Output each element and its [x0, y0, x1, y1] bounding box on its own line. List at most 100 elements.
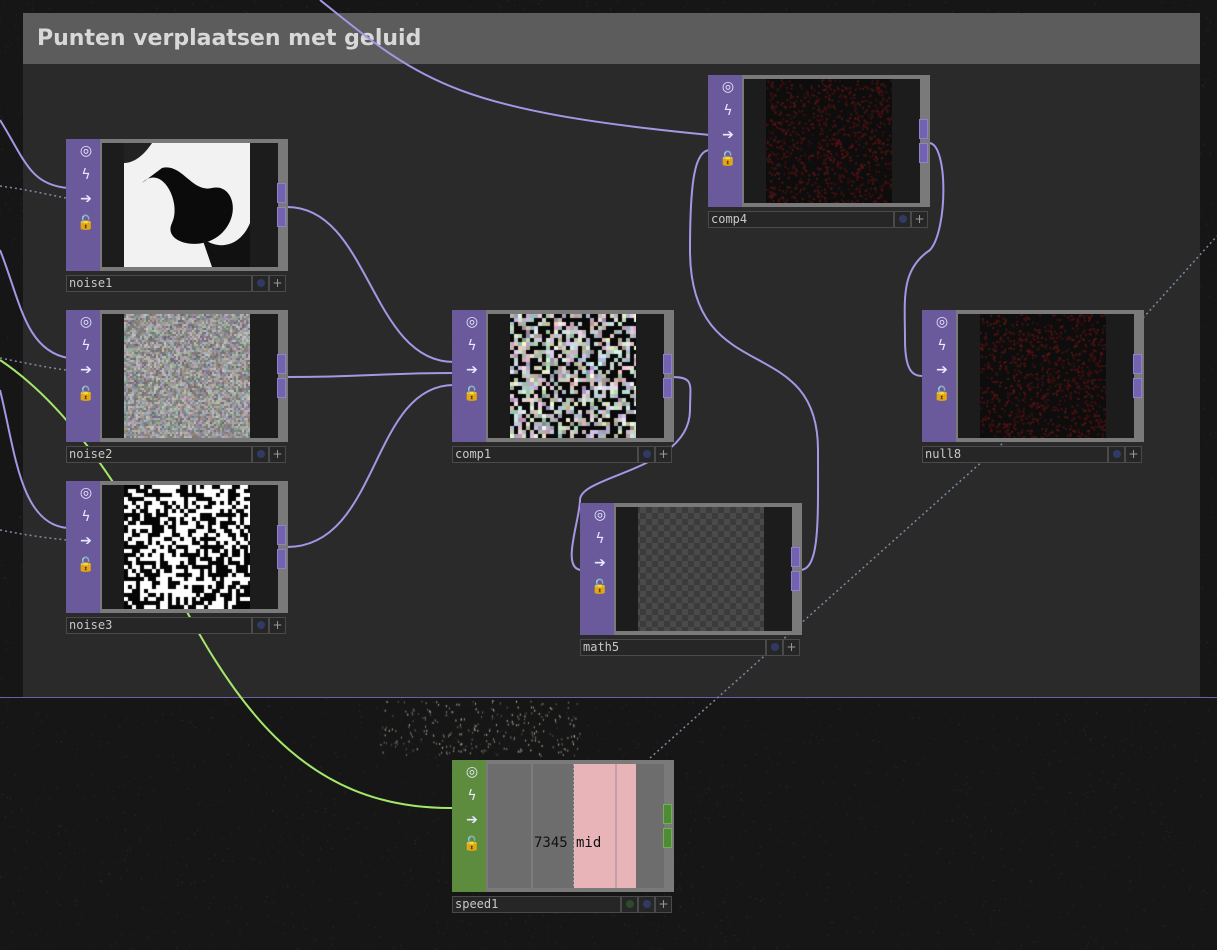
- annotate-bottom-edge: [0, 697, 1217, 698]
- noise1-viewer[interactable]: [102, 143, 278, 267]
- lock-flag-icon[interactable]: 🔓: [461, 833, 483, 855]
- output-connector[interactable]: [791, 547, 800, 567]
- viewer-flag-icon[interactable]: ◎: [461, 311, 483, 333]
- lock-flag-icon[interactable]: 🔓: [461, 383, 483, 405]
- noise1-preview: [124, 143, 250, 267]
- display-flag-icon[interactable]: ➔: [461, 809, 483, 831]
- output-connector[interactable]: [277, 525, 286, 545]
- bypass-flag-icon[interactable]: ϟ: [589, 528, 611, 550]
- bypass-flag-icon[interactable]: ϟ: [75, 335, 97, 357]
- operator-name[interactable]: speed1: [452, 896, 621, 913]
- pin-button[interactable]: +: [655, 446, 672, 463]
- comp1-viewer[interactable]: [488, 314, 664, 438]
- output-connector[interactable]: [277, 183, 286, 203]
- viewer-toggle-button[interactable]: [894, 211, 911, 228]
- operator-name[interactable]: comp4: [708, 211, 894, 228]
- viewer-flag-icon[interactable]: ◎: [75, 311, 97, 333]
- operator-name[interactable]: math5: [580, 639, 766, 656]
- viewer-flag-icon[interactable]: ◎: [931, 311, 953, 333]
- null8-operator[interactable]: ◎ ϟ ➔ 🔓 null8 +: [922, 310, 1144, 464]
- display-flag-icon[interactable]: ➔: [461, 359, 483, 381]
- viewer-flag-icon[interactable]: ◎: [75, 482, 97, 504]
- viewer-toggle-button[interactable]: [638, 896, 655, 913]
- pin-button[interactable]: +: [655, 896, 672, 913]
- channel-name: mid: [576, 835, 602, 851]
- noise2-preview: [124, 314, 250, 438]
- bypass-flag-icon[interactable]: ϟ: [75, 506, 97, 528]
- noise2-viewer[interactable]: [102, 314, 278, 438]
- operator-flags-strip: ◎ ϟ ➔ 🔓: [66, 481, 100, 613]
- output-connector[interactable]: [277, 549, 286, 569]
- output-connector[interactable]: [277, 354, 286, 374]
- noise3-viewer[interactable]: [102, 485, 278, 609]
- comp4-preview: [766, 79, 892, 203]
- cook-toggle-button[interactable]: [621, 896, 638, 913]
- viewer-toggle-button[interactable]: [638, 446, 655, 463]
- speed1-viewer[interactable]: [488, 764, 664, 888]
- lock-flag-icon[interactable]: 🔓: [75, 383, 97, 405]
- output-connector[interactable]: [663, 354, 672, 374]
- comp4-viewer[interactable]: [744, 79, 920, 203]
- pin-button[interactable]: +: [269, 275, 286, 292]
- viewer-toggle-button[interactable]: [252, 617, 269, 634]
- output-connector[interactable]: [663, 828, 672, 848]
- noise1-operator[interactable]: ◎ ϟ ➔ 🔓 noise1 +: [66, 139, 288, 293]
- output-connector[interactable]: [663, 378, 672, 398]
- noise3-operator[interactable]: ◎ ϟ ➔ 🔓 noise3 +: [66, 481, 288, 635]
- math5-preview: [638, 507, 764, 631]
- viewer-flag-icon[interactable]: ◎: [589, 504, 611, 526]
- operator-name[interactable]: noise3: [66, 617, 252, 634]
- noise2-operator[interactable]: ◎ ϟ ➔ 🔓 noise2 +: [66, 310, 288, 464]
- bypass-flag-icon[interactable]: ϟ: [461, 335, 483, 357]
- viewer-toggle-button[interactable]: [252, 446, 269, 463]
- pin-button[interactable]: +: [269, 617, 286, 634]
- output-connector[interactable]: [663, 804, 672, 824]
- viewer-flag-icon[interactable]: ◎: [75, 140, 97, 162]
- viewer-toggle-button[interactable]: [766, 639, 783, 656]
- lock-flag-icon[interactable]: 🔓: [75, 554, 97, 576]
- display-flag-icon[interactable]: ➔: [589, 552, 611, 574]
- lock-flag-icon[interactable]: 🔓: [589, 576, 611, 598]
- comp4-operator[interactable]: ◎ ϟ ➔ 🔓 comp4 +: [708, 75, 930, 229]
- display-flag-icon[interactable]: ➔: [75, 359, 97, 381]
- display-flag-icon[interactable]: ➔: [75, 188, 97, 210]
- display-flag-icon[interactable]: ➔: [75, 530, 97, 552]
- viewer-flag-icon[interactable]: ◎: [461, 761, 483, 783]
- lock-flag-icon[interactable]: 🔓: [931, 383, 953, 405]
- bypass-flag-icon[interactable]: ϟ: [931, 335, 953, 357]
- output-connector[interactable]: [791, 571, 800, 591]
- pin-button[interactable]: +: [269, 446, 286, 463]
- bypass-flag-icon[interactable]: ϟ: [717, 100, 739, 122]
- pin-button[interactable]: +: [911, 211, 928, 228]
- display-flag-icon[interactable]: ➔: [931, 359, 953, 381]
- display-flag-icon[interactable]: ➔: [717, 124, 739, 146]
- output-connector[interactable]: [277, 378, 286, 398]
- output-connector[interactable]: [919, 143, 928, 163]
- operator-flags-strip: ◎ ϟ ➔ 🔓: [708, 75, 742, 207]
- output-connector[interactable]: [277, 207, 286, 227]
- speed1-operator[interactable]: ◎ ϟ ➔ 🔓 7345 mid speed1 +: [452, 760, 674, 914]
- math5-operator[interactable]: ◎ ϟ ➔ 🔓 math5 +: [580, 503, 802, 657]
- viewer-toggle-button[interactable]: [252, 275, 269, 292]
- viewer-toggle-button[interactable]: [1108, 446, 1125, 463]
- comp1-operator[interactable]: ◎ ϟ ➔ 🔓 comp1 +: [452, 310, 674, 464]
- pin-button[interactable]: +: [1125, 446, 1142, 463]
- operator-name[interactable]: noise1: [66, 275, 252, 292]
- operator-name[interactable]: noise2: [66, 446, 252, 463]
- annotate-title[interactable]: Punten verplaatsen met geluid: [23, 13, 1200, 64]
- operator-flags-strip: ◎ ϟ ➔ 🔓: [452, 760, 486, 892]
- viewer-flag-icon[interactable]: ◎: [717, 76, 739, 98]
- output-connector[interactable]: [919, 119, 928, 139]
- operator-name[interactable]: null8: [922, 446, 1108, 463]
- null8-viewer[interactable]: [958, 314, 1134, 438]
- pin-button[interactable]: +: [783, 639, 800, 656]
- bypass-flag-icon[interactable]: ϟ: [75, 164, 97, 186]
- lock-flag-icon[interactable]: 🔓: [75, 212, 97, 234]
- math5-viewer[interactable]: [616, 507, 792, 631]
- operator-flags-strip: ◎ ϟ ➔ 🔓: [452, 310, 486, 442]
- operator-name[interactable]: comp1: [452, 446, 638, 463]
- output-connector[interactable]: [1133, 354, 1142, 374]
- bypass-flag-icon[interactable]: ϟ: [461, 785, 483, 807]
- lock-flag-icon[interactable]: 🔓: [717, 148, 739, 170]
- output-connector[interactable]: [1133, 378, 1142, 398]
